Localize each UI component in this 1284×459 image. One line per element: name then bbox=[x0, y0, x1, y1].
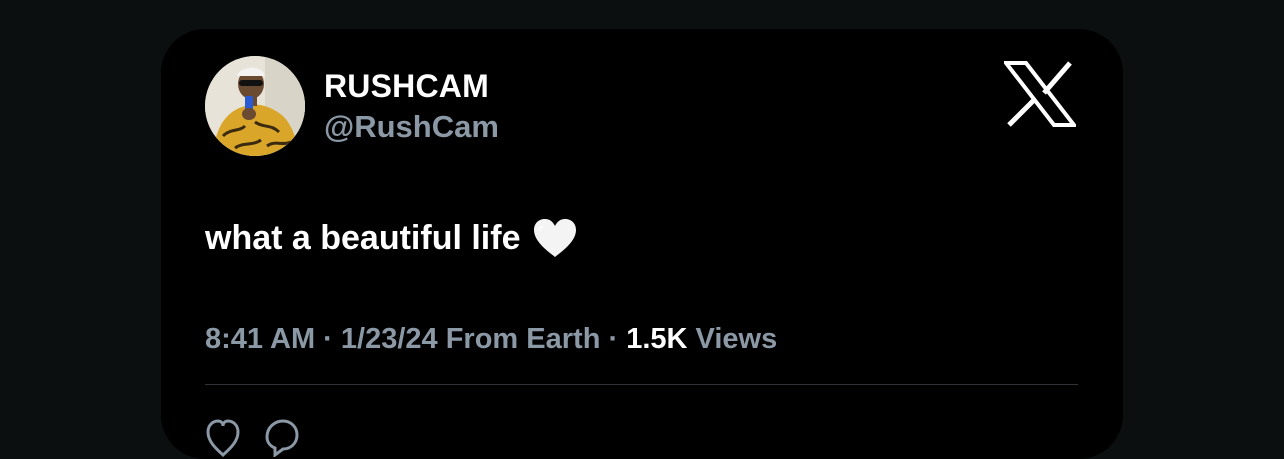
meta-separator: · bbox=[600, 323, 627, 355]
views-label: Views bbox=[687, 323, 778, 355]
user-handle[interactable]: @RushCam bbox=[324, 108, 499, 146]
divider bbox=[205, 384, 1078, 385]
tweet-meta: 8:41 AM · 1/23/24 From Earth · 1.5K View… bbox=[205, 321, 777, 357]
tweet-date-location[interactable]: 1/23/24 From Earth bbox=[341, 323, 601, 355]
tweet-time[interactable]: 8:41 AM bbox=[205, 323, 315, 355]
views-count[interactable]: 1.5K bbox=[626, 323, 687, 355]
like-icon[interactable] bbox=[205, 417, 241, 457]
x-logo-icon bbox=[1001, 61, 1079, 127]
avatar-image bbox=[205, 56, 305, 156]
white-heart-icon bbox=[532, 217, 578, 259]
action-bar bbox=[205, 417, 301, 457]
display-name[interactable]: RUSHCAM bbox=[324, 67, 489, 105]
tweet-card: RUSHCAM @RushCam what a beautiful life 8… bbox=[161, 29, 1123, 459]
tweet-text: what a beautiful life bbox=[205, 217, 578, 259]
tweet-text-content: what a beautiful life bbox=[205, 219, 521, 257]
reply-icon[interactable] bbox=[261, 417, 301, 457]
avatar[interactable] bbox=[205, 56, 305, 156]
meta-separator: · bbox=[315, 323, 341, 355]
